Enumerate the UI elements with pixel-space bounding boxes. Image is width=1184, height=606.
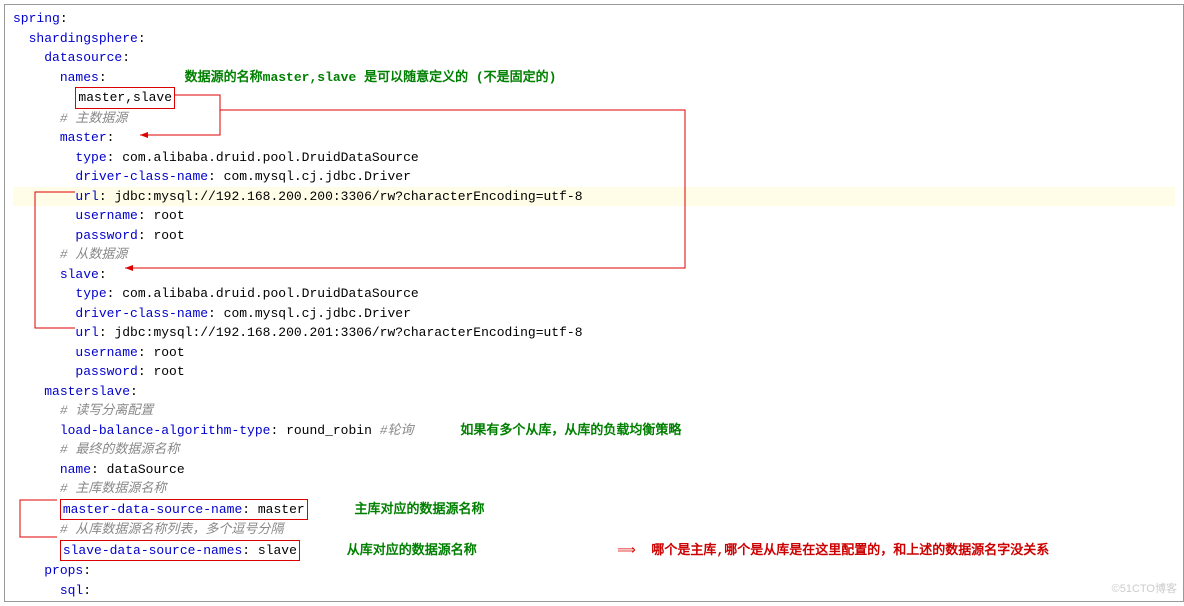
yaml-comment: # 主库数据源名称 (60, 481, 167, 496)
boxed-value: slave-data-source-names: slave (60, 540, 300, 562)
yaml-value: dataSource (107, 462, 185, 477)
annotation-text: 数据源的名称master,slave 是可以随意定义的 (不是固定的) (185, 70, 557, 85)
yaml-key: slave (60, 267, 99, 282)
code-line: spring: (13, 9, 1175, 29)
yaml-key: props (44, 563, 83, 578)
yaml-key: url (75, 189, 98, 204)
code-line: # 读写分离配置 (13, 401, 1175, 421)
yaml-key: spring (13, 11, 60, 26)
yaml-value: com.mysql.cj.jdbc.Driver (224, 169, 411, 184)
watermark-text: ©51CTO博客 (1112, 581, 1177, 598)
yaml-key: password (75, 364, 137, 379)
code-line: # 从库数据源名称列表，多个逗号分隔 (13, 520, 1175, 540)
code-line: # 最终的数据源名称 (13, 440, 1175, 460)
yaml-value: root (153, 208, 184, 223)
code-line: driver-class-name: com.mysql.cj.jdbc.Dri… (13, 304, 1175, 324)
yaml-comment: # 从库数据源名称列表，多个逗号分隔 (60, 522, 284, 537)
yaml-key: driver-class-name (75, 169, 208, 184)
code-line: password: root (13, 226, 1175, 246)
yaml-key: username (75, 345, 137, 360)
boxed-value: master,slave (75, 87, 175, 109)
yaml-comment: # 最终的数据源名称 (60, 442, 180, 457)
yaml-value: com.mysql.cj.jdbc.Driver (224, 306, 411, 321)
yaml-value: root (153, 228, 184, 243)
yaml-key: name (60, 462, 91, 477)
yaml-key: load-balance-algorithm-type (60, 423, 271, 438)
annotation-text: 主库对应的数据源名称 (354, 502, 484, 517)
yaml-key: shardingsphere (29, 31, 138, 46)
code-line: name: dataSource (13, 460, 1175, 480)
code-container: spring: shardingsphere: datasource: name… (4, 4, 1184, 602)
yaml-value: jdbc:mysql://192.168.200.201:3306/rw?cha… (114, 325, 582, 340)
yaml-key: driver-class-name (75, 306, 208, 321)
yaml-key: sql (60, 583, 83, 598)
code-line: master,slave (13, 87, 1175, 109)
yaml-key: username (75, 208, 137, 223)
code-line: slave: (13, 265, 1175, 285)
annotation-text: 从库对应的数据源名称 (347, 543, 477, 558)
yaml-comment: #轮询 (380, 423, 414, 438)
code-line: driver-class-name: com.mysql.cj.jdbc.Dri… (13, 167, 1175, 187)
code-line: sql: (13, 581, 1175, 601)
boxed-value: master-data-source-name: master (60, 499, 308, 521)
yaml-key: url (75, 325, 98, 340)
annotation-text-red: 哪个是主库,哪个是从库是在这里配置的，和上述的数据源名字没关系 (651, 543, 1049, 558)
yaml-value: root (153, 364, 184, 379)
yaml-value: round_robin (286, 423, 372, 438)
code-line: show: true #开启SQL显示，默认false (13, 600, 1175, 602)
code-line: shardingsphere: (13, 29, 1175, 49)
yaml-comment: # 主数据源 (60, 111, 128, 126)
code-line: type: com.alibaba.druid.pool.DruidDataSo… (13, 148, 1175, 168)
code-line: password: root (13, 362, 1175, 382)
code-line: names: 数据源的名称master,slave 是可以随意定义的 (不是固定… (13, 68, 1175, 88)
yaml-key: type (75, 286, 106, 301)
arrow-icon: ⟹ (617, 543, 636, 558)
code-line: type: com.alibaba.druid.pool.DruidDataSo… (13, 284, 1175, 304)
yaml-key: names (60, 70, 99, 85)
yaml-value: com.alibaba.druid.pool.DruidDataSource (122, 150, 418, 165)
annotation-text: 如果有多个从库，从库的负载均衡策略 (460, 423, 681, 438)
code-line: datasource: (13, 48, 1175, 68)
code-line: # 从数据源 (13, 245, 1175, 265)
yaml-key: datasource (44, 50, 122, 65)
code-line: master: (13, 128, 1175, 148)
code-line-highlighted: url: jdbc:mysql://192.168.200.200:3306/r… (13, 187, 1175, 207)
code-line: masterslave: (13, 382, 1175, 402)
yaml-value: jdbc:mysql://192.168.200.200:3306/rw?cha… (114, 189, 582, 204)
yaml-comment: # 从数据源 (60, 247, 128, 262)
code-line: # 主数据源 (13, 109, 1175, 129)
yaml-value: root (153, 345, 184, 360)
yaml-key: password (75, 228, 137, 243)
code-line: # 主库数据源名称 (13, 479, 1175, 499)
yaml-comment: # 读写分离配置 (60, 403, 154, 418)
code-line: url: jdbc:mysql://192.168.200.201:3306/r… (13, 323, 1175, 343)
code-line: slave-data-source-names: slave 从库对应的数据源名… (13, 540, 1175, 562)
yaml-value: com.alibaba.druid.pool.DruidDataSource (122, 286, 418, 301)
code-line: username: root (13, 206, 1175, 226)
code-line: props: (13, 561, 1175, 581)
yaml-key: masterslave (44, 384, 130, 399)
yaml-key: type (75, 150, 106, 165)
yaml-key: master (60, 130, 107, 145)
code-line: master-data-source-name: master 主库对应的数据源… (13, 499, 1175, 521)
code-line: load-balance-algorithm-type: round_robin… (13, 421, 1175, 441)
code-line: username: root (13, 343, 1175, 363)
